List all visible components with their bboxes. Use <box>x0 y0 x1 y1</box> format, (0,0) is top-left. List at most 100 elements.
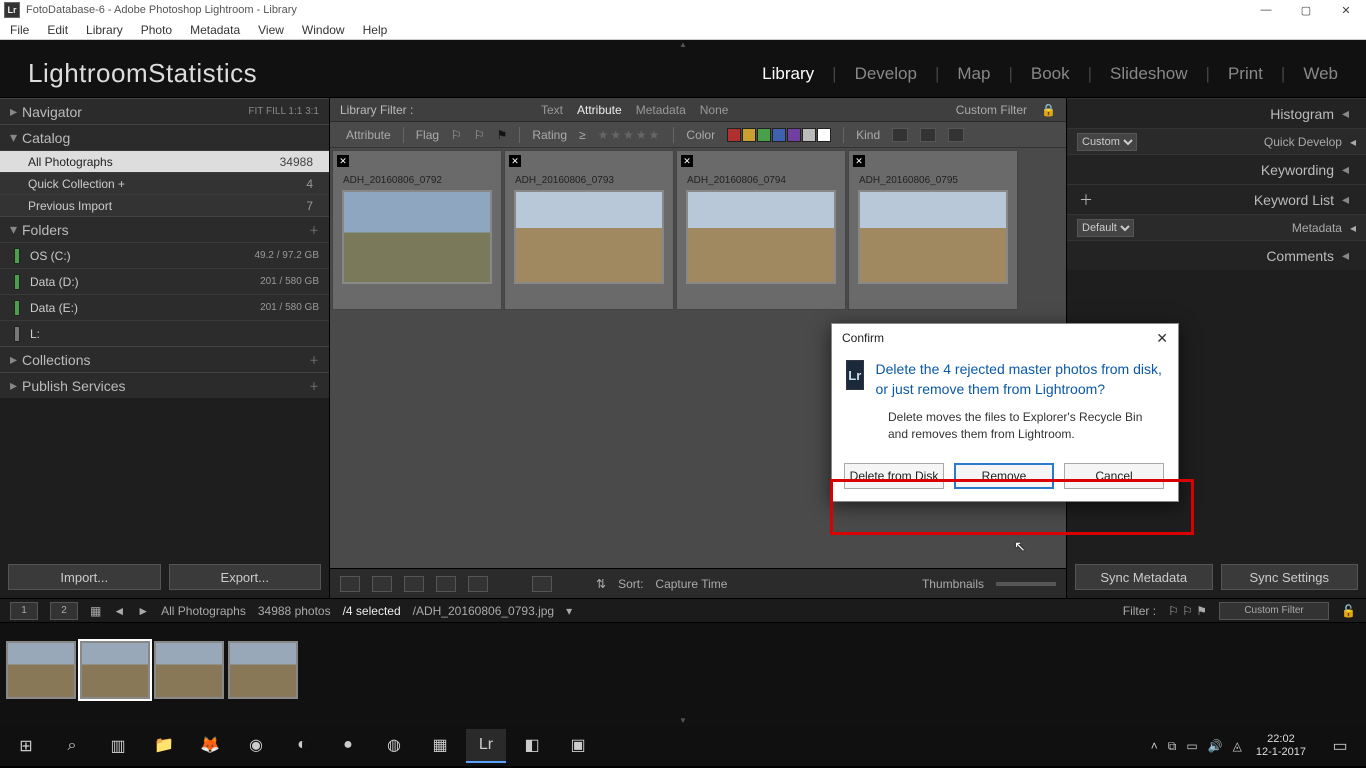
keywording-header[interactable]: Keywording ◂ <box>1067 154 1366 184</box>
filter-preset-dropdown[interactable]: Custom Filter <box>956 103 1027 117</box>
grid-cell[interactable]: ✕ ADH_20160806_0793 <box>504 150 674 310</box>
comments-header[interactable]: Comments ◂ <box>1067 240 1366 270</box>
taskbar-app[interactable]: ◧ <box>512 729 552 763</box>
filmstrip-thumb[interactable] <box>80 641 150 699</box>
system-tray[interactable]: ˄ ⧉ ▭ 🔊 ◬ <box>1151 739 1242 754</box>
catalog-row-previous-import[interactable]: Previous Import 7 <box>0 194 329 216</box>
color-purple[interactable] <box>787 128 801 142</box>
grid-cell[interactable]: ✕ ADH_20160806_0795 <box>848 150 1018 310</box>
filmstrip-thumb[interactable] <box>6 641 76 699</box>
menu-library[interactable]: Library <box>86 23 123 37</box>
flag-unflagged-icon[interactable]: ⚐ <box>474 128 485 142</box>
filter-tab-text[interactable]: Text <box>541 103 563 117</box>
folder-volume-d[interactable]: Data (D:) 201 / 580 GB <box>0 268 329 294</box>
catalog-row-all-photographs[interactable]: All Photographs 34988 <box>0 150 329 172</box>
filter-tab-none[interactable]: None <box>700 103 729 117</box>
histogram-header[interactable]: Histogram ◂ <box>1067 98 1366 128</box>
filmstrip-filter-dropdown[interactable]: Custom Filter <box>1219 602 1329 620</box>
start-button[interactable]: ⊞ <box>6 729 46 763</box>
delete-from-disk-button[interactable]: Delete from Disk <box>844 463 944 489</box>
reject-flag-icon[interactable]: ✕ <box>853 155 865 167</box>
taskbar-app[interactable]: ▦ <box>420 729 460 763</box>
kind-video-icon[interactable] <box>948 128 964 142</box>
flag-picked-icon[interactable]: ⚐ <box>451 128 462 142</box>
menu-help[interactable]: Help <box>363 23 388 37</box>
menu-view[interactable]: View <box>258 23 284 37</box>
sort-order-icon[interactable]: ⇅ <box>596 577 606 591</box>
secondary-display-2[interactable]: 2 <box>50 602 78 620</box>
top-panel-handle[interactable]: ▲ <box>0 40 1366 50</box>
tray-wifi-icon[interactable]: ◬ <box>1233 739 1242 753</box>
color-red[interactable] <box>727 128 741 142</box>
catalog-header[interactable]: ▾ Catalog <box>0 124 329 150</box>
collections-add-icon[interactable]: ＋ <box>309 352 319 367</box>
nav-fwd-icon[interactable]: ► <box>137 604 149 618</box>
search-icon[interactable]: ⌕ <box>52 729 92 763</box>
flag-rejected-icon[interactable]: ⚑ <box>497 128 508 142</box>
secondary-display-1[interactable]: 1 <box>10 602 38 620</box>
navigator-header[interactable]: ▸ Navigator FIT FILL 1:1 3:1 <box>0 98 329 124</box>
lock-icon[interactable]: 🔒 <box>1041 103 1056 117</box>
filter-lock-icon[interactable]: 🔓 <box>1341 604 1356 618</box>
tray-chevron-icon[interactable]: ˄ <box>1151 739 1158 753</box>
action-center-icon[interactable]: ▭ <box>1320 729 1360 763</box>
taskbar-app[interactable]: ◉ <box>236 729 276 763</box>
window-minimize-button[interactable]: — <box>1246 0 1286 20</box>
sort-dropdown[interactable]: Capture Time <box>655 577 727 591</box>
color-yellow[interactable] <box>742 128 756 142</box>
rating-op-icon[interactable]: ≥ <box>579 128 586 142</box>
tray-dropbox-icon[interactable]: ⧉ <box>1168 739 1177 754</box>
quickdev-label[interactable]: Quick Develop <box>1264 135 1342 149</box>
kind-master-icon[interactable] <box>892 128 908 142</box>
breadcrumb-dropdown-icon[interactable]: ▾ <box>566 604 572 618</box>
sync-settings-button[interactable]: Sync Settings <box>1221 564 1359 590</box>
filmstrip-thumb[interactable] <box>154 641 224 699</box>
grid-view-icon[interactable] <box>340 576 360 592</box>
menu-metadata[interactable]: Metadata <box>190 23 240 37</box>
taskbar-app[interactable]: ◍ <box>374 729 414 763</box>
reject-flag-icon[interactable]: ✕ <box>337 155 349 167</box>
collections-header[interactable]: ▸ Collections ＋ <box>0 346 329 372</box>
color-blue[interactable] <box>772 128 786 142</box>
publish-header[interactable]: ▸ Publish Services ＋ <box>0 372 329 398</box>
publish-add-icon[interactable]: ＋ <box>309 378 319 393</box>
catalog-row-quick-collection[interactable]: Quick Collection + 4 <box>0 172 329 194</box>
survey-view-icon[interactable] <box>436 576 456 592</box>
menu-file[interactable]: File <box>10 23 29 37</box>
window-maximize-button[interactable]: ▢ <box>1286 0 1326 20</box>
filmstrip[interactable] <box>0 622 1366 716</box>
compare-view-icon[interactable] <box>404 576 424 592</box>
taskbar-app-lightroom[interactable]: Lr <box>466 729 506 763</box>
module-map[interactable]: Map <box>957 64 990 84</box>
menu-photo[interactable]: Photo <box>141 23 172 37</box>
painter-icon[interactable] <box>532 576 552 592</box>
task-view-icon[interactable]: ▥ <box>98 729 138 763</box>
quickdev-preset-dropdown[interactable]: Custom <box>1077 133 1137 151</box>
loupe-view-icon[interactable] <box>372 576 392 592</box>
reject-flag-icon[interactable]: ✕ <box>681 155 693 167</box>
tray-battery-icon[interactable]: ▭ <box>1186 739 1197 753</box>
filter-tab-attribute[interactable]: Attribute <box>577 103 622 117</box>
import-button[interactable]: Import... <box>8 564 161 590</box>
module-web[interactable]: Web <box>1303 64 1338 84</box>
dialog-close-button[interactable]: ✕ <box>1156 330 1168 347</box>
export-button[interactable]: Export... <box>169 564 322 590</box>
metadata-label[interactable]: Metadata <box>1292 221 1342 235</box>
module-print[interactable]: Print <box>1228 64 1263 84</box>
bottom-panel-handle[interactable]: ▼ <box>0 716 1366 726</box>
taskbar-clock[interactable]: 22:02 12-1-2017 <box>1248 733 1314 759</box>
module-book[interactable]: Book <box>1031 64 1070 84</box>
filter-flag-icons[interactable]: ⚐ ⚐ ⚑ <box>1168 604 1207 618</box>
menu-window[interactable]: Window <box>302 23 345 37</box>
folders-header[interactable]: ▾ Folders ＋ <box>0 216 329 242</box>
people-view-icon[interactable] <box>468 576 488 592</box>
metadata-preset-dropdown[interactable]: Default <box>1077 219 1134 237</box>
filmstrip-thumb[interactable] <box>228 641 298 699</box>
rating-stars[interactable]: ★★★★★ <box>598 128 662 142</box>
grid-icon[interactable]: ▦ <box>90 604 101 618</box>
module-develop[interactable]: Develop <box>855 64 917 84</box>
color-gray[interactable] <box>802 128 816 142</box>
window-close-button[interactable]: ✕ <box>1326 0 1366 20</box>
folder-volume-c[interactable]: OS (C:) 49.2 / 97.2 GB <box>0 242 329 268</box>
filter-tab-metadata[interactable]: Metadata <box>636 103 686 117</box>
